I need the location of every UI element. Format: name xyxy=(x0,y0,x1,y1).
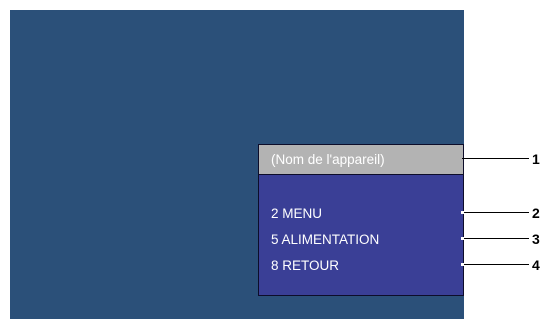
callout-line-3 xyxy=(464,238,529,239)
figure: (Nom de l'appareil) 2 MENU 5 ALIMENTATIO… xyxy=(0,0,543,330)
callout-number-1: 1 xyxy=(532,151,540,167)
callout-number-3: 3 xyxy=(532,231,540,247)
callout-line-2 xyxy=(464,212,529,213)
menu-item-retour[interactable]: 8 RETOUR xyxy=(271,258,339,274)
menu-item-alimentation[interactable]: 5 ALIMENTATION xyxy=(271,232,379,248)
callout-line-4 xyxy=(464,264,529,265)
menu-item-menu[interactable]: 2 MENU xyxy=(271,206,322,222)
callout-line-1 xyxy=(462,158,529,159)
callout-number-2: 2 xyxy=(532,205,540,221)
callout-number-4: 4 xyxy=(532,257,540,273)
osd-menu: (Nom de l'appareil) 2 MENU 5 ALIMENTATIO… xyxy=(258,144,464,296)
device-name-bar: (Nom de l'appareil) xyxy=(259,145,463,175)
